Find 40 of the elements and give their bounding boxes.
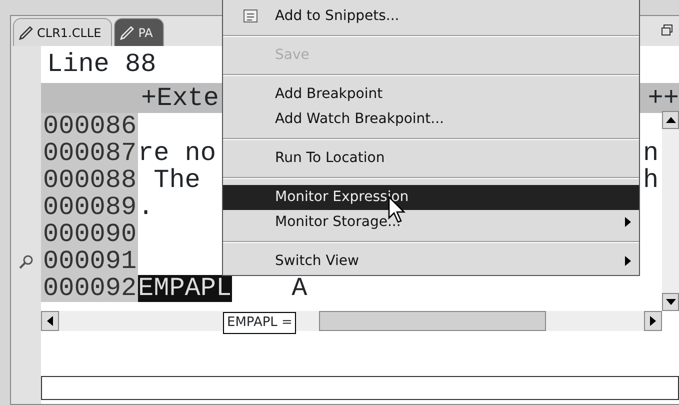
code-text: h: [643, 167, 659, 194]
ruler-text: ++: [648, 83, 679, 113]
code-text: re no: [138, 140, 216, 167]
menu-item[interactable]: Add Breakpoint: [223, 82, 639, 107]
line-number: 000092: [41, 275, 138, 302]
pencil-icon: [119, 24, 136, 40]
right-arrow-icon: [650, 316, 656, 326]
menu-item[interactable]: Switch View: [223, 249, 639, 274]
restore-icon[interactable]: [661, 24, 673, 36]
code-text: A: [292, 275, 308, 302]
line-number: 000090: [41, 221, 138, 248]
menu-item[interactable]: Run To Location: [223, 146, 639, 171]
scroll-up-button[interactable]: [662, 111, 679, 129]
line-number: 000086: [41, 113, 138, 140]
scrollbar-thumb[interactable]: [319, 311, 546, 331]
down-arrow-icon: [666, 299, 676, 305]
scroll-right-button[interactable]: [644, 311, 662, 331]
left-arrow-icon: [47, 316, 53, 326]
code-text: The: [152, 167, 200, 194]
pencil-icon: [18, 24, 34, 40]
code-text: n: [643, 140, 659, 167]
editor-tab[interactable]: PA: [114, 18, 164, 46]
line-number: 000088: [41, 167, 138, 194]
scroll-down-button[interactable]: [662, 293, 679, 311]
command-field[interactable]: [41, 376, 679, 400]
menu-item[interactable]: Add Watch Breakpoint...: [223, 107, 639, 132]
line-number: 000091: [41, 248, 138, 275]
line-number: 000089: [41, 194, 138, 221]
menu-item[interactable]: Monitor Storage...: [223, 210, 639, 235]
hover-tooltip: EMPAPL =: [223, 312, 296, 334]
scroll-left-button[interactable]: [41, 311, 59, 331]
editor-tab[interactable]: CLR1.CLLE: [13, 18, 112, 46]
line-position: Line 88: [47, 51, 156, 78]
code-text: .: [138, 194, 154, 221]
selected-token: EMPAPL: [138, 275, 232, 302]
line-number: 000087: [41, 140, 138, 167]
up-arrow-icon: [666, 117, 676, 123]
menu-item[interactable]: Monitor Expression: [223, 185, 639, 210]
menu-item[interactable]: Add to Snippets...: [223, 4, 639, 29]
ruler-text: +Exte: [140, 83, 220, 113]
